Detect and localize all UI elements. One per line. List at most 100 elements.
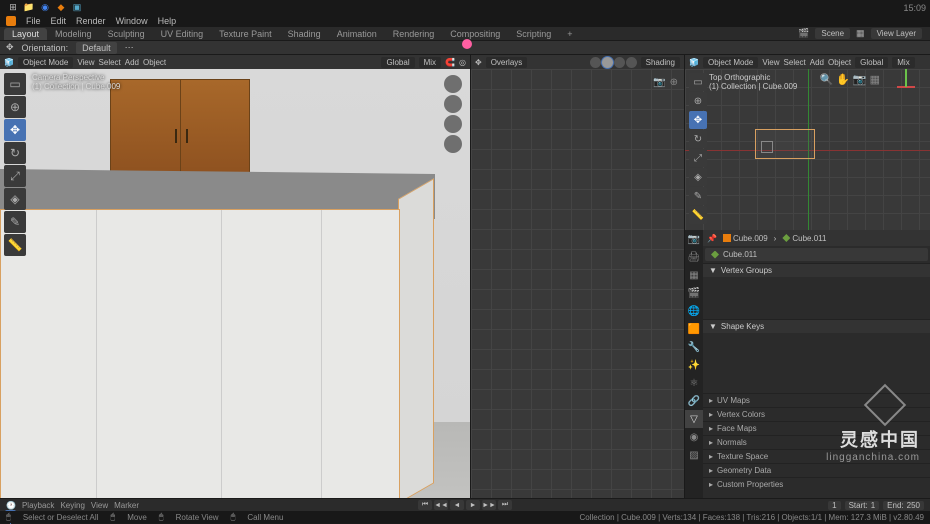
scale-tool-r[interactable]: ⤢ [689,149,707,167]
solid-shading[interactable] [602,57,613,68]
measure-tool[interactable]: 📏 [4,234,26,256]
annotate-tool[interactable]: ✎ [4,211,26,233]
vpr-menu-view[interactable]: View [762,58,779,67]
current-frame-field[interactable]: 1 [828,501,840,510]
output-tab-icon[interactable]: 🖨 [685,248,703,266]
breadcrumb-mesh[interactable]: Cube.011 [782,234,826,243]
custom-props-header[interactable]: ▸ Custom Properties [703,477,930,491]
camera-icon[interactable] [444,115,462,133]
play-reverse-icon[interactable]: ◄ [450,500,464,510]
pin-icon[interactable]: 📌 [707,234,717,243]
geometry-data-header[interactable]: ▸ Geometry Data [703,463,930,477]
proportional-icon[interactable]: ◎ [459,58,466,67]
material-shading[interactable] [614,57,625,68]
world-tab-icon[interactable]: 🌐 [685,302,703,320]
viewlayer-icon[interactable]: ▦ [856,28,865,39]
mode-dropdown[interactable]: Object Mode [18,57,73,68]
menu-file[interactable]: File [22,16,45,26]
object-tab-icon[interactable]: 🟧 [685,320,703,338]
scene-field[interactable]: Scene [815,28,850,39]
tab-animation[interactable]: Animation [329,28,385,40]
overlays-dropdown[interactable]: Overlays [486,57,528,68]
timeline-keying[interactable]: Keying [60,501,84,510]
end-frame-field[interactable]: End:250 [883,501,924,510]
pan-icon[interactable] [444,95,462,113]
camera-view-icon[interactable]: 📷 [653,77,665,88]
vpr-menu-select[interactable]: Select [784,58,806,67]
particles-tab-icon[interactable]: ✨ [685,356,703,374]
pivot-icon[interactable]: ✥ [6,42,14,53]
tab-compositing[interactable]: Compositing [442,28,508,40]
tab-add[interactable]: + [559,28,580,40]
vp-menu-object[interactable]: Object [143,58,166,67]
snap-dropdown[interactable]: Mix [419,57,441,68]
physics-tab-icon[interactable]: ⚛ [685,374,703,392]
scale-tool[interactable]: ⤢ [4,165,26,187]
play-icon[interactable]: ► [466,500,480,510]
orientation-expand-icon[interactable]: ⋯ [125,42,134,53]
jump-start-icon[interactable]: ⏮ [418,500,432,510]
jump-end-icon[interactable]: ⏭ [498,500,512,510]
menu-help[interactable]: Help [154,16,181,26]
annotate-tool-r[interactable]: ✎ [689,187,707,205]
select-tool-r[interactable]: ▭ [689,73,707,91]
axis-gizmo[interactable] [888,69,924,105]
rendered-shading[interactable] [626,57,637,68]
viewport-middle[interactable]: ✥ Overlays Shading 📷 ⊕ [470,55,684,512]
tab-scripting[interactable]: Scripting [508,28,559,40]
tab-layout[interactable]: Layout [4,28,47,40]
pan-icon-r[interactable]: ✋ [836,73,850,86]
vpr-menu-object[interactable]: Object [828,58,851,67]
wireframe-shading[interactable] [590,57,601,68]
tab-modeling[interactable]: Modeling [47,28,100,40]
app-icon[interactable]: ◆ [56,3,66,13]
start-frame-field[interactable]: Start:1 [845,501,880,510]
timeline-marker[interactable]: Marker [114,501,139,510]
render-tab-icon[interactable]: 📷 [685,230,703,248]
gizmo-toggle-icon[interactable]: ✥ [475,58,482,67]
viewport-left[interactable]: 🧊 Object Mode View Select Add Object Glo… [0,55,470,512]
camera-object-icon[interactable] [761,141,773,153]
viewlayer-field[interactable]: View Layer [871,28,922,39]
select-box-tool[interactable]: ▭ [4,73,26,95]
vpr-menu-add[interactable]: Add [810,58,824,67]
camera-icon-r[interactable]: 📷 [853,73,867,86]
global-dropdown-r[interactable]: Global [855,57,888,68]
transform-tool-r[interactable]: ◈ [689,168,707,186]
cursor-tool[interactable]: ⊕ [4,96,26,118]
folder-icon[interactable]: 📁 [24,3,34,13]
nav-gizmo-icon[interactable]: ⊕ [670,77,678,88]
editor-type-icon[interactable]: 🧊 [4,58,14,67]
snap-icon[interactable]: 🧲 [445,58,455,67]
mix-dropdown-r[interactable]: Mix [892,57,914,68]
rotate-tool[interactable]: ↻ [4,142,26,164]
mesh-name-field[interactable]: Cube.011 [705,248,928,261]
move-tool-r[interactable]: ✥ [689,111,707,129]
vp-menu-add[interactable]: Add [125,58,139,67]
transform-tool[interactable]: ◈ [4,188,26,210]
zoom-icon[interactable] [444,75,462,93]
tab-texture-paint[interactable]: Texture Paint [211,28,280,40]
next-keyframe-icon[interactable]: ►► [482,500,496,510]
constraint-tab-icon[interactable]: 🔗 [685,392,703,410]
move-tool[interactable]: ✥ [4,119,26,141]
scene-icon[interactable]: 🎬 [798,28,809,39]
menu-edit[interactable]: Edit [47,16,71,26]
mode-dropdown-r[interactable]: Object Mode [703,57,758,68]
chrome-icon[interactable]: ◉ [40,3,50,13]
texture-tab-icon[interactable]: ▨ [685,446,703,464]
viewlayer-tab-icon[interactable]: ▦ [685,266,703,284]
mesh-data-tab-icon[interactable]: ▽ [685,410,703,428]
shading-dropdown[interactable]: Shading [641,57,680,68]
timeline-view[interactable]: View [91,501,108,510]
tab-sculpting[interactable]: Sculpting [100,28,153,40]
image-icon[interactable]: ▣ [72,3,82,13]
menu-window[interactable]: Window [112,16,152,26]
shape-keys-header[interactable]: ▼ Shape Keys [703,319,930,333]
editor-type-icon[interactable]: 🧊 [689,58,699,67]
rotate-tool-r[interactable]: ↻ [689,130,707,148]
transform-orientation[interactable]: Global [381,57,414,68]
tab-uv-editing[interactable]: UV Editing [153,28,212,40]
scene-tab-icon[interactable]: 🎬 [685,284,703,302]
tab-rendering[interactable]: Rendering [385,28,443,40]
